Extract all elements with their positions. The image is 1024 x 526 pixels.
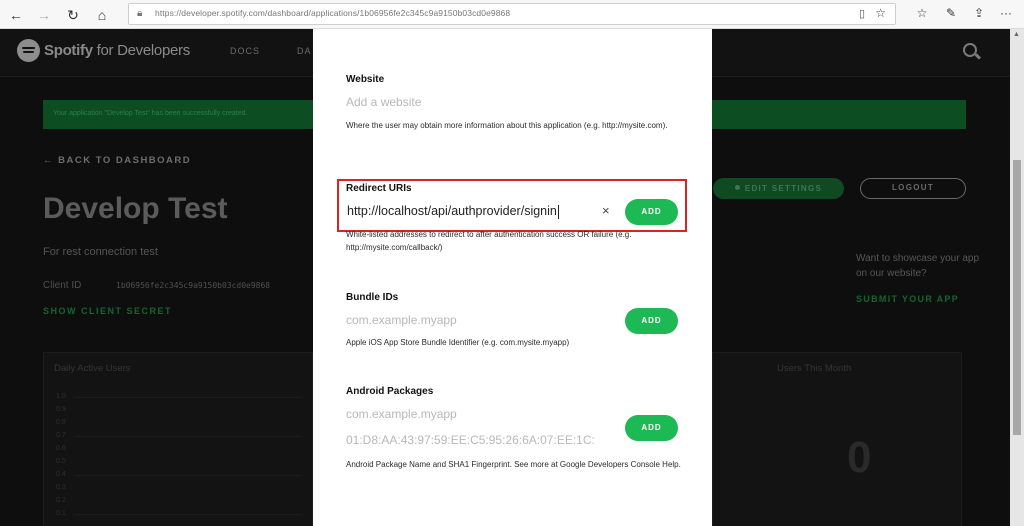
- bundle-help-text: Apple iOS App Store Bundle Identifier (e…: [346, 338, 570, 347]
- android-fingerprint-input[interactable]: 01:D8:AA:43:97:59:EE:C5:95:26:6A:07:EE:1…: [346, 433, 618, 447]
- android-help-text: Android Package Name and SHA1 Fingerprin…: [346, 460, 681, 469]
- bundle-id-input[interactable]: com.example.myapp: [346, 313, 606, 327]
- home-icon[interactable]: ⌂: [92, 5, 112, 25]
- spotify-logo-icon[interactable]: [17, 39, 40, 62]
- back-arrow-icon[interactable]: ←: [6, 5, 26, 25]
- scroll-up-arrow-icon[interactable]: ▲: [1013, 31, 1020, 38]
- y-tick-label: 0.8: [56, 419, 66, 426]
- url-text[interactable]: https://developer.spotify.com/dashboard/…: [155, 8, 510, 18]
- page-scrollbar[interactable]: ▲: [1010, 29, 1024, 526]
- text-caret: [557, 204, 559, 219]
- android-package-input[interactable]: com.example.myapp: [346, 407, 606, 421]
- website-input[interactable]: Add a website: [346, 95, 676, 109]
- y-tick-label: 0.6: [56, 445, 66, 452]
- submit-app-link[interactable]: SUBMIT YOUR APP: [856, 294, 959, 304]
- panel-title: Users This Month: [777, 363, 852, 374]
- daily-active-users-panel: Daily Active Users 1.0 0.9 0.8 0.7 0.6 0…: [43, 352, 313, 526]
- users-this-month-panel: Users This Month 0: [712, 352, 962, 526]
- add-redirect-uri-button[interactable]: ADD: [625, 199, 678, 225]
- dot-icon: [734, 185, 740, 191]
- y-tick-label: 0.9: [56, 406, 66, 413]
- y-tick-label: 0.7: [56, 432, 66, 439]
- grid-line: [74, 397, 302, 398]
- more-icon[interactable]: ···: [998, 6, 1014, 20]
- nav-docs[interactable]: DOCS: [230, 46, 260, 56]
- browser-toolbar: ← → ↻ ⌂ 🔒︎ https://developer.spotify.com…: [0, 0, 1024, 29]
- y-tick-label: 1.0: [56, 393, 66, 400]
- favorite-star-icon[interactable]: ☆: [875, 6, 886, 20]
- page-title: Develop Test: [43, 192, 228, 225]
- android-packages-label: Android Packages: [346, 386, 434, 397]
- reading-view-icon[interactable]: ▯: [859, 7, 865, 20]
- favorites-icon[interactable]: ☆: [914, 6, 930, 20]
- spotify-logo-text[interactable]: Spotify for Developers: [44, 42, 190, 59]
- search-icon[interactable]: [963, 43, 977, 57]
- client-id-label: Client ID: [43, 280, 82, 291]
- grid-line: [74, 514, 302, 515]
- y-tick-label: 0.3: [56, 484, 66, 491]
- nav-dashboard[interactable]: DA: [297, 46, 312, 56]
- lock-icon: 🔒︎: [137, 8, 143, 19]
- notes-pen-icon[interactable]: ✎: [943, 6, 959, 20]
- forward-arrow-icon[interactable]: →: [34, 5, 54, 25]
- y-tick-label: 0.4: [56, 471, 66, 478]
- refresh-icon[interactable]: ↻: [63, 5, 83, 25]
- show-client-secret-link[interactable]: SHOW CLIENT SECRET: [43, 306, 172, 316]
- y-tick-label: 0.2: [56, 497, 66, 504]
- y-tick-label: 0.1: [56, 510, 66, 517]
- logout-button[interactable]: LOGOUT: [860, 178, 966, 199]
- address-bar[interactable]: 🔒︎ https://developer.spotify.com/dashboa…: [128, 3, 896, 25]
- grid-line: [74, 475, 302, 476]
- grid-line: [74, 436, 302, 437]
- website-label: Website: [346, 74, 385, 85]
- y-tick-label: 0.5: [56, 458, 66, 465]
- redirect-help-text: White-listed addresses to redirect to af…: [346, 230, 632, 252]
- edit-settings-modal: Website Add a website Where the user may…: [313, 29, 712, 526]
- scrollbar-thumb[interactable]: [1013, 160, 1021, 435]
- share-icon[interactable]: ⇪: [971, 6, 987, 20]
- monthly-users-count: 0: [847, 433, 872, 482]
- showcase-text: Want to showcase your app on our website…: [856, 253, 980, 279]
- back-to-dashboard-link[interactable]: ← BACK TO DASHBOARD: [43, 155, 191, 166]
- add-bundle-id-button[interactable]: ADD: [625, 308, 678, 334]
- banner-text: Your application "Develop Test" has been…: [53, 110, 248, 117]
- redirect-uri-input[interactable]: http://localhost/api/authprovider/signin: [347, 204, 559, 219]
- app-description: For rest connection test: [43, 246, 158, 258]
- add-android-package-button[interactable]: ADD: [625, 415, 678, 441]
- client-id-value: 1b06956fe2c345c9a9150b03cd0e9868: [116, 281, 271, 290]
- edit-settings-button[interactable]: EDIT SETTINGS: [713, 178, 844, 199]
- panel-title: Daily Active Users: [54, 363, 131, 374]
- website-help-text: Where the user may obtain more informati…: [346, 121, 668, 130]
- clear-icon[interactable]: ×: [602, 203, 610, 218]
- bundle-ids-label: Bundle IDs: [346, 292, 399, 303]
